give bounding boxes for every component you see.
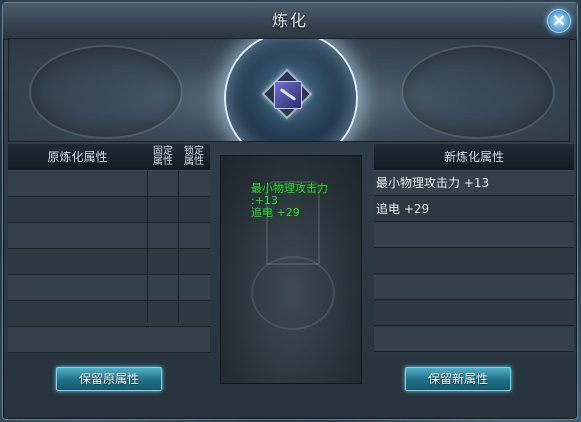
original-attributes-table: 原炼化属性 固定属性 锁定属性 xyxy=(8,144,210,353)
column-divider xyxy=(178,170,179,322)
preview-line: 追电 +29 xyxy=(251,206,300,219)
table-row xyxy=(8,171,210,197)
keep-original-button[interactable]: 保留原属性 xyxy=(56,367,162,391)
decor-swirl-right xyxy=(401,45,555,139)
fixed-attribute-column-header: 固定属性 xyxy=(153,146,173,167)
new-attribute-row: 最小物理攻击力 +13 xyxy=(374,171,574,196)
window-title: 炼化 xyxy=(271,11,308,30)
table-row xyxy=(8,249,210,275)
decor-swirl-left xyxy=(29,45,183,139)
new-attributes-table: 新炼化属性 最小物理攻击力 +13 追电 +29 xyxy=(374,144,574,352)
original-attributes-title: 原炼化属性 xyxy=(47,150,108,164)
table-row xyxy=(8,223,210,249)
table-row xyxy=(8,301,210,327)
table-row xyxy=(374,223,574,248)
dome-decor xyxy=(251,256,335,330)
table-row xyxy=(8,327,210,353)
column-divider xyxy=(147,170,148,322)
title-bar: 炼化 × xyxy=(3,3,577,40)
new-attribute-row: 追电 +29 xyxy=(374,197,574,222)
table-row xyxy=(8,275,210,301)
original-attributes-header: 原炼化属性 固定属性 锁定属性 xyxy=(8,144,210,171)
purple-weapon-item-icon[interactable] xyxy=(274,81,302,109)
table-row xyxy=(374,327,574,352)
refine-preview-text: 最小物理攻击力 :+13 追电 +29 xyxy=(251,183,328,219)
table-row xyxy=(374,249,574,274)
close-button[interactable]: × xyxy=(547,9,571,33)
table-row xyxy=(374,301,574,326)
new-attributes-header: 新炼化属性 xyxy=(374,144,574,171)
locked-attribute-column-header: 锁定属性 xyxy=(184,146,204,167)
table-row xyxy=(374,275,574,300)
keep-new-button[interactable]: 保留新属性 xyxy=(405,367,511,391)
table-row xyxy=(8,197,210,223)
